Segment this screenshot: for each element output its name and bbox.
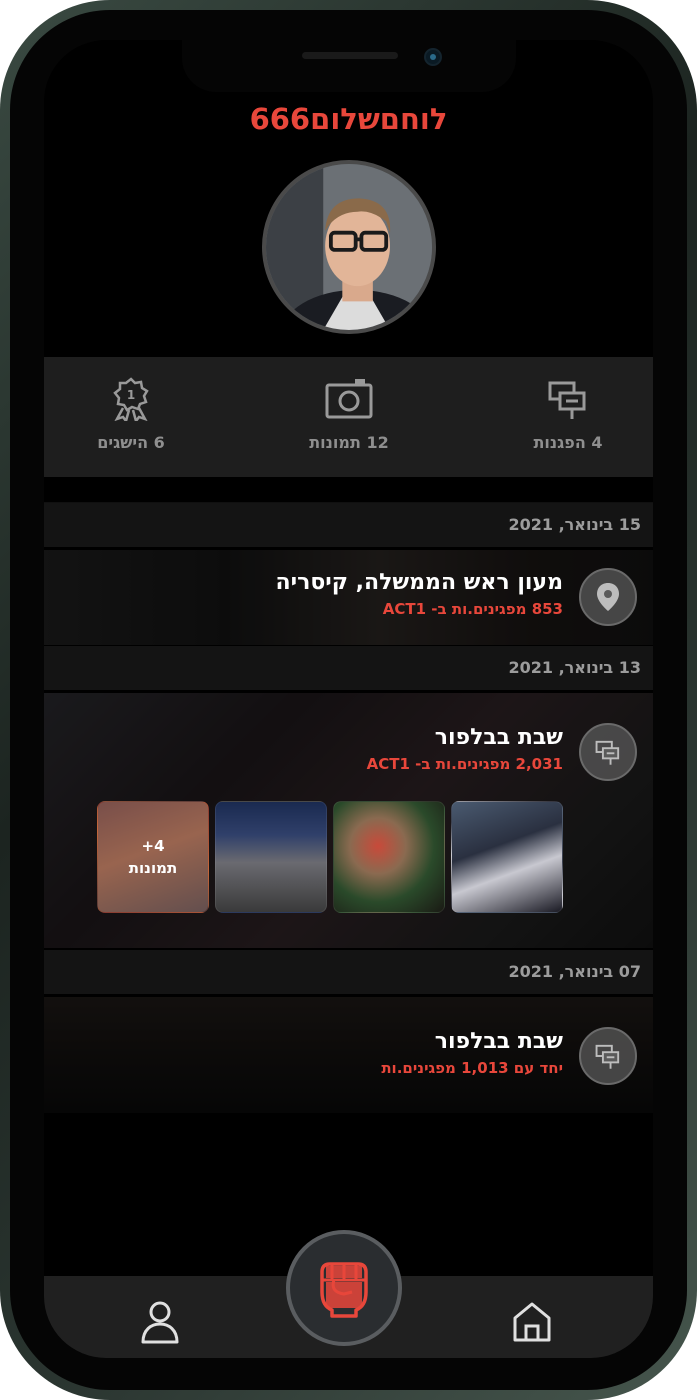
speaker-grille — [302, 52, 398, 59]
event-photo-thumbnail[interactable] — [451, 801, 563, 913]
event-title: שבת בבלפור — [434, 725, 563, 750]
more-photos-count: +4 — [141, 837, 165, 855]
home-icon — [513, 1302, 551, 1342]
event-subtitle: יחד עם 1,013 מפגינים.ות — [381, 1059, 563, 1077]
user-photo — [266, 164, 432, 330]
feed-event[interactable]: שבת בבלפור יחד עם 1,013 מפגינים.ות — [44, 997, 653, 1113]
profile-username: לוחםשלום666 — [249, 102, 448, 136]
feed-event[interactable]: שבת בבלפור 2,031 מפגינים.ות ב- ACT1 +4 ת… — [44, 693, 653, 948]
event-type-badge — [579, 568, 637, 626]
profile-stats-bar: 4 הפגנות 12 תמונות 1 6 הישגים — [44, 357, 653, 477]
event-subtitle: 853 מפגינים.ות ב- ACT1 — [382, 600, 563, 618]
event-title: מעון ראש הממשלה, קיסריה — [275, 570, 563, 595]
location-pin-icon — [597, 583, 619, 611]
camera-icon — [325, 379, 373, 419]
feed-event[interactable]: מעון ראש הממשלה, קיסריה 853 מפגינים.ות ב… — [44, 550, 653, 645]
event-photo-thumbnail[interactable] — [215, 801, 327, 913]
fist-icon — [320, 1262, 368, 1318]
stat-achievements[interactable]: 1 6 הישגים — [61, 377, 201, 452]
feed-date: 13 בינואר, 2021 — [44, 646, 653, 690]
protest-signs-icon — [548, 381, 586, 419]
more-photos-label: תמונות — [128, 859, 178, 877]
protest-signs-icon — [595, 740, 620, 765]
tab-profile[interactable] — [135, 1296, 185, 1346]
user-icon — [141, 1301, 179, 1344]
award-badge-icon: 1 — [113, 377, 149, 421]
stat-achievements-label: 6 הישגים — [97, 433, 165, 452]
event-type-badge — [579, 723, 637, 781]
front-camera — [424, 48, 442, 66]
more-photos-thumbnail[interactable]: +4 תמונות — [97, 801, 209, 913]
app-screen: לוחםשלום666 4 הפגנות 12 תמונות 1 6 הישגי… — [44, 40, 653, 1358]
avatar[interactable] — [262, 160, 436, 334]
event-photo-thumbnail[interactable] — [333, 801, 445, 913]
svg-text:1: 1 — [127, 388, 135, 402]
protest-signs-icon — [595, 1044, 620, 1069]
stat-photos-label: 12 תמונות — [309, 433, 389, 452]
event-title: שבת בבלפור — [434, 1029, 563, 1054]
stat-protests-label: 4 הפגנות — [533, 433, 603, 452]
event-subtitle: 2,031 מפגינים.ות ב- ACT1 — [366, 755, 563, 773]
tab-home[interactable] — [507, 1296, 557, 1346]
stat-protests[interactable]: 4 הפגנות — [498, 377, 638, 452]
feed-date: 07 בינואר, 2021 — [44, 950, 653, 994]
feed-date: 15 בינואר, 2021 — [44, 503, 653, 547]
event-type-badge — [579, 1027, 637, 1085]
stat-photos[interactable]: 12 תמונות — [279, 377, 419, 452]
protest-action-button[interactable] — [286, 1230, 402, 1346]
notch — [182, 40, 516, 92]
